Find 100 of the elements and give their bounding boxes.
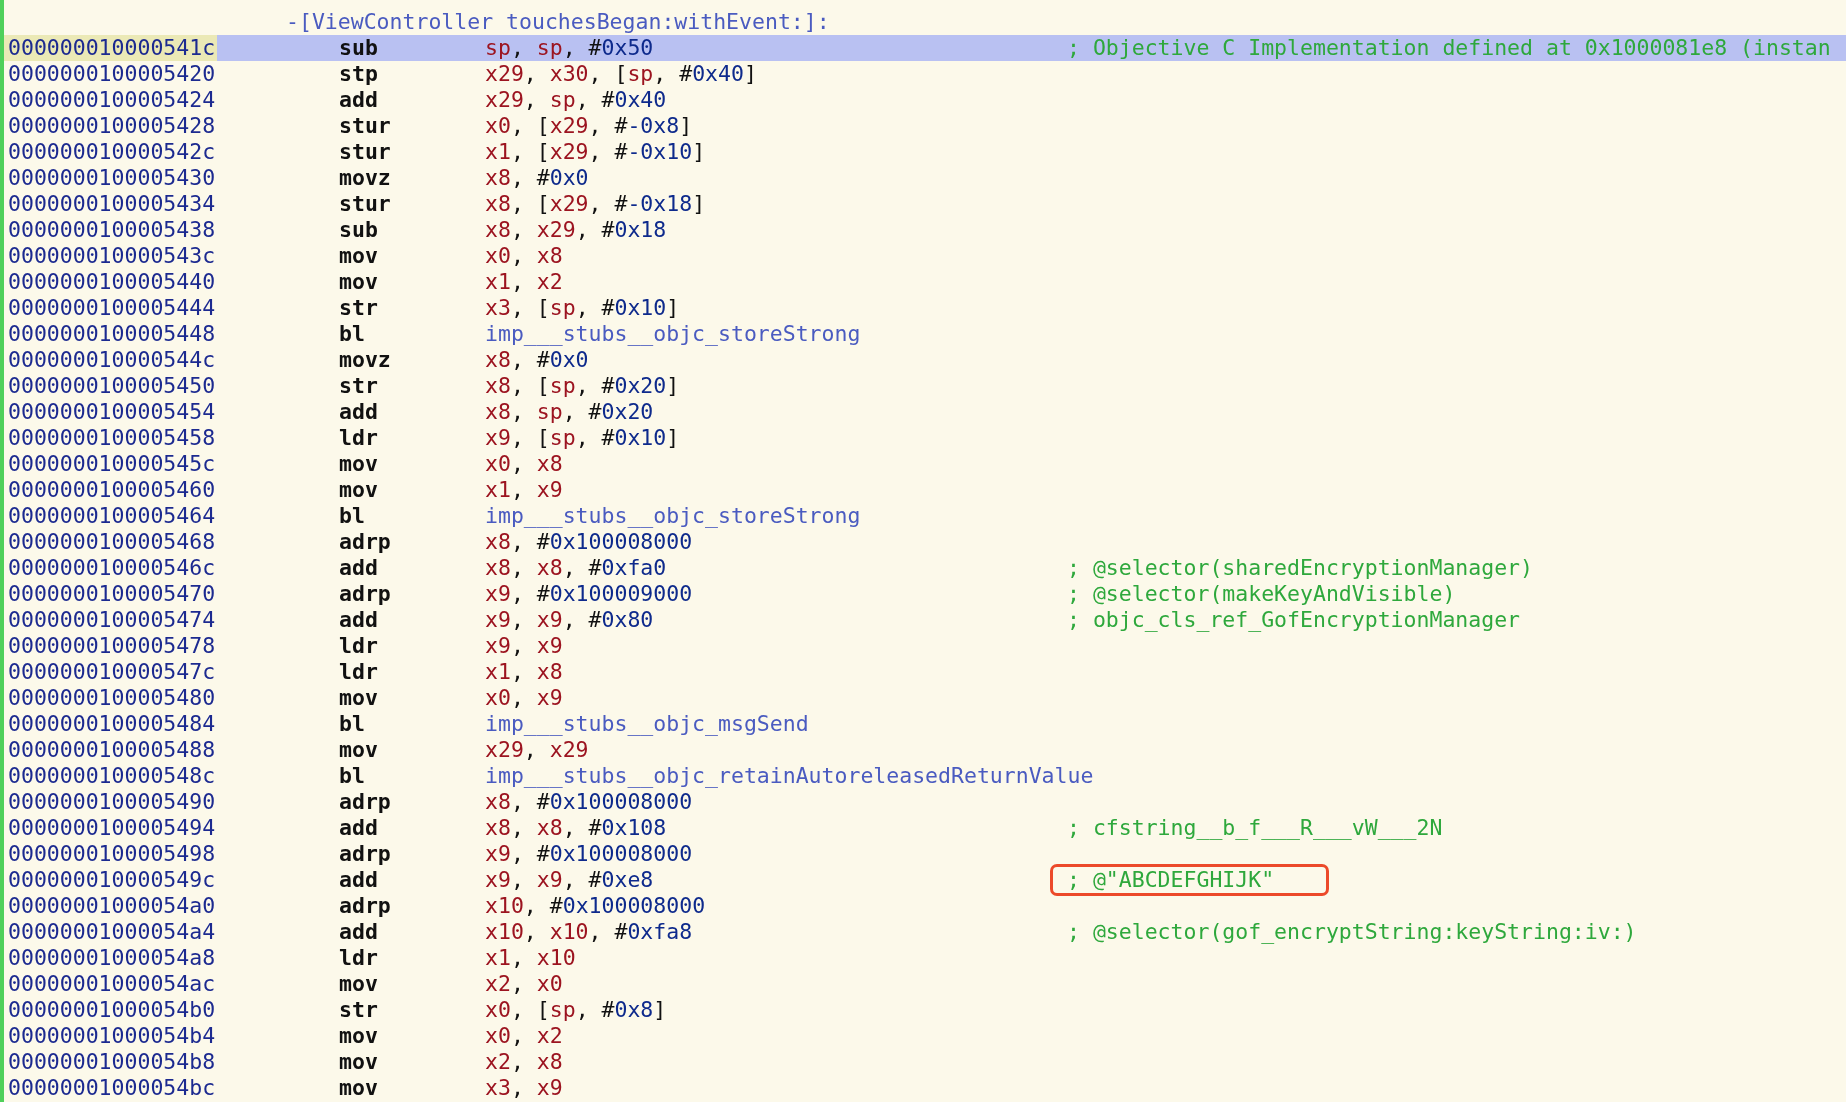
- operand-text: sp, sp, #0x50: [485, 35, 654, 61]
- instruction-row[interactable]: 0000000100005428 stur x0, [x29, #-0x8]: [4, 113, 1846, 139]
- address-text: 00000001000054a0: [7, 893, 217, 919]
- mnemonic-text: add: [339, 607, 378, 633]
- operand-text: x3, [sp, #0x10]: [485, 295, 680, 321]
- instruction-row[interactable]: 0000000100005420 stp x29, x30, [sp, #0x40]: [4, 61, 1846, 87]
- instruction-row[interactable]: 0000000100005484 bl imp___stubs__objc_msgSend: [4, 711, 1846, 737]
- instruction-row[interactable]: 000000010000549c add x9, x9, #0xe8 ; @"ABCDEFGHIJK": [4, 867, 1846, 893]
- instruction-row[interactable]: 0000000100005434 stur x8, [x29, #-0x18]: [4, 191, 1846, 217]
- address-text: 000000010000545c: [7, 451, 217, 477]
- address-text: 00000001000054a8: [7, 945, 217, 971]
- instruction-row[interactable]: 0000000100005470 adrp x9, #0x100009000 ; @selector(makeKeyAndVisible): [4, 581, 1846, 607]
- address-text: 0000000100005470: [7, 581, 217, 607]
- mnemonic-text: add: [339, 867, 378, 894]
- operand-text: x8, #0x0: [485, 347, 589, 373]
- mnemonic-text: adrp: [339, 529, 391, 555]
- instruction-row[interactable]: 0000000100005460 mov x1, x9: [4, 477, 1846, 503]
- instruction-row[interactable]: 0000000100005454 add x8, sp, #0x20: [4, 399, 1846, 425]
- instruction-row[interactable]: 000000010000546c add x8, x8, #0xfa0 ; @selector(sharedEncryptionManager): [4, 555, 1846, 581]
- instruction-row[interactable]: 00000001000054ac mov x2, x0: [4, 971, 1846, 997]
- address-text: 0000000100005478: [7, 633, 217, 659]
- instruction-row[interactable]: 0000000100005448 bl imp___stubs__objc_storeStrong: [4, 321, 1846, 347]
- mnemonic-text: mov: [339, 243, 378, 269]
- instruction-row[interactable]: 0000000100005430 movz x8, #0x0: [4, 165, 1846, 191]
- address-text: 0000000100005490: [7, 789, 217, 815]
- mnemonic-text: ldr: [339, 659, 378, 685]
- operand-text: x1, x2: [485, 269, 563, 295]
- instruction-row[interactable]: 000000010000548c bl imp___stubs__objc_retainAutoreleasedReturnValue: [4, 763, 1846, 789]
- instruction-row[interactable]: 00000001000054a0 adrp x10, #0x100008000: [4, 893, 1846, 919]
- operand-text: x29, x30, [sp, #0x40]: [485, 61, 757, 87]
- operand-text: x9, x9, #0x80: [485, 607, 654, 633]
- instruction-row[interactable]: 0000000100005474 add x9, x9, #0x80 ; objc_cls_ref_GofEncryptionManager: [4, 607, 1846, 633]
- instruction-row[interactable]: 0000000100005480 mov x0, x9: [4, 685, 1846, 711]
- mnemonic-text: add: [339, 399, 378, 425]
- mnemonic-text: bl: [339, 711, 365, 737]
- operand-text: x1, x8: [485, 659, 563, 685]
- mnemonic-text: movz: [339, 347, 391, 373]
- operand-text: x8, x29, #0x18: [485, 217, 667, 243]
- mnemonic-text: mov: [339, 737, 378, 763]
- instruction-row[interactable]: 0000000100005424 add x29, sp, #0x40: [4, 87, 1846, 113]
- address-text: 0000000100005498: [7, 841, 217, 867]
- instruction-row[interactable]: 000000010000541c sub sp, sp, #0x50 ; Objective C Implementation defined at 0x1000081e8 (instan: [4, 35, 1846, 61]
- address-text: 00000001000054ac: [7, 971, 217, 997]
- mnemonic-text: stp: [339, 61, 378, 87]
- instruction-row[interactable]: 0000000100005450 str x8, [sp, #0x20]: [4, 373, 1846, 399]
- instruction-row[interactable]: 000000010000542c stur x1, [x29, #-0x10]: [4, 139, 1846, 165]
- instruction-row[interactable]: 00000001000054b8 mov x2, x8: [4, 1049, 1846, 1075]
- instruction-row[interactable]: 0000000100005494 add x8, x8, #0x108 ; cfstring__b_f___R___vW___2N: [4, 815, 1846, 841]
- instruction-row[interactable]: 00000001000054a8 ldr x1, x10: [4, 945, 1846, 971]
- instruction-row[interactable]: 0000000100005464 bl imp___stubs__objc_storeStrong: [4, 503, 1846, 529]
- address-text: 000000010000547c: [7, 659, 217, 685]
- address-text: 0000000100005434: [7, 191, 217, 217]
- procedure-header: -[ViewController touchesBegan:withEvent:]:: [286, 9, 830, 34]
- mnemonic-text: adrp: [339, 789, 391, 815]
- operand-text: x29, sp, #0x40: [485, 87, 667, 113]
- address-text: 0000000100005420: [7, 61, 217, 87]
- instruction-row[interactable]: 0000000100005488 mov x29, x29: [4, 737, 1846, 763]
- operand-text: x2, x0: [485, 971, 563, 997]
- instruction-row[interactable]: 0000000100005444 str x3, [sp, #0x10]: [4, 295, 1846, 321]
- address-text: 000000010000549c: [7, 867, 217, 894]
- instruction-row[interactable]: 000000010000543c mov x0, x8: [4, 243, 1846, 269]
- address-text: 000000010000542c: [7, 139, 217, 165]
- instruction-row[interactable]: 000000010000545c mov x0, x8: [4, 451, 1846, 477]
- operand-text: x0, x8: [485, 451, 563, 477]
- operand-text: x1, [x29, #-0x10]: [485, 139, 706, 165]
- mnemonic-text: bl: [339, 503, 365, 529]
- address-text: 0000000100005468: [7, 529, 217, 555]
- address-text: 0000000100005424: [7, 87, 217, 113]
- instruction-row[interactable]: 00000001000054bc mov x3, x9: [4, 1075, 1846, 1101]
- operand-text: x10, #0x100008000: [485, 893, 706, 919]
- instruction-row[interactable]: 0000000100005438 sub x8, x29, #0x18: [4, 217, 1846, 243]
- address-text: 0000000100005444: [7, 295, 217, 321]
- instruction-row[interactable]: 0000000100005458 ldr x9, [sp, #0x10]: [4, 425, 1846, 451]
- instruction-row[interactable]: 000000010000544c movz x8, #0x0: [4, 347, 1846, 373]
- operand-text: x8, #0x100008000: [485, 529, 693, 555]
- instruction-row[interactable]: 0000000100005498 adrp x9, #0x100008000: [4, 841, 1846, 867]
- instruction-row[interactable]: 000000010000547c ldr x1, x8: [4, 659, 1846, 685]
- mnemonic-text: ldr: [339, 425, 378, 451]
- mnemonic-text: ldr: [339, 945, 378, 971]
- address-text: 0000000100005458: [7, 425, 217, 451]
- instruction-row[interactable]: 0000000100005468 adrp x8, #0x100008000: [4, 529, 1846, 555]
- operand-text: x9, x9: [485, 633, 563, 659]
- mnemonic-text: stur: [339, 191, 391, 217]
- address-text: 0000000100005460: [7, 477, 217, 503]
- instruction-row[interactable]: 00000001000054b4 mov x0, x2: [4, 1023, 1846, 1049]
- mnemonic-text: add: [339, 815, 378, 841]
- instruction-row[interactable]: 0000000100005490 adrp x8, #0x100008000: [4, 789, 1846, 815]
- mnemonic-text: mov: [339, 1023, 378, 1049]
- instruction-row[interactable]: 0000000100005478 ldr x9, x9: [4, 633, 1846, 659]
- instruction-row[interactable]: 00000001000054b0 str x0, [sp, #0x8]: [4, 997, 1846, 1023]
- mnemonic-text: add: [339, 555, 378, 581]
- operand-text: x0, x8: [485, 243, 563, 269]
- mnemonic-text: stur: [339, 139, 391, 165]
- address-text: 0000000100005430: [7, 165, 217, 191]
- instruction-row[interactable]: 0000000100005440 mov x1, x2: [4, 269, 1846, 295]
- instruction-row[interactable]: 00000001000054a4 add x10, x10, #0xfa8 ; @selector(gof_encryptString:keyString:iv:): [4, 919, 1846, 945]
- address-text: 000000010000548c: [7, 763, 217, 789]
- operand-text: x8, x8, #0x108: [485, 815, 667, 841]
- operand-text: x1, x10: [485, 945, 576, 971]
- operand-text: x3, x9: [485, 1075, 563, 1101]
